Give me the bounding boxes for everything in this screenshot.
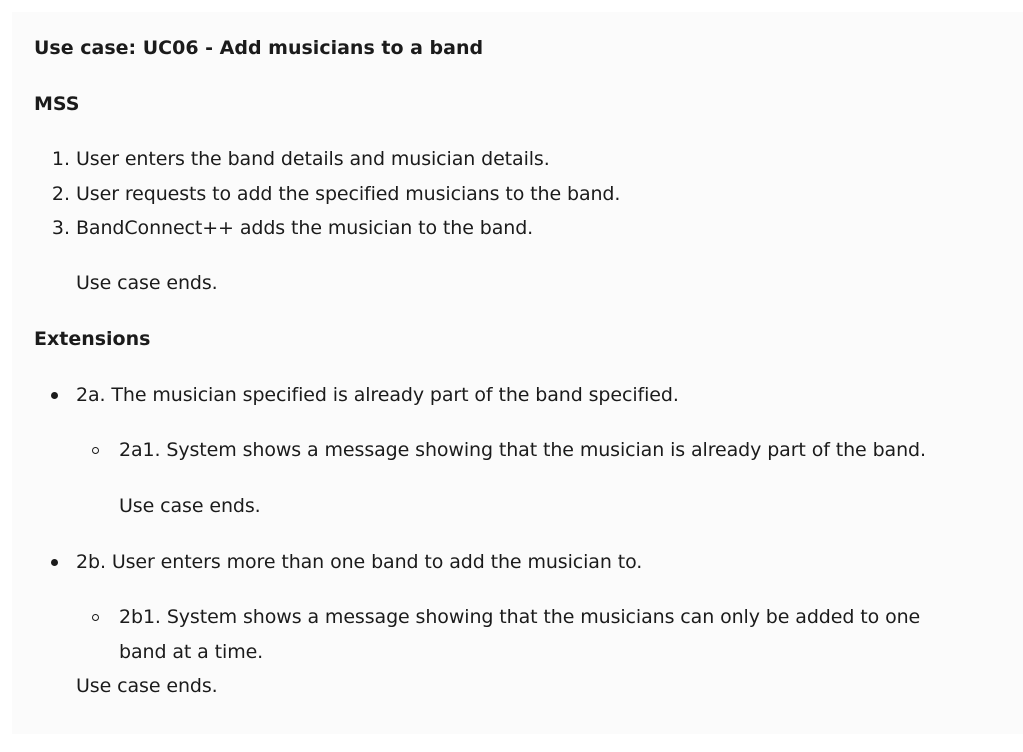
circle-bullet-icon <box>92 447 99 454</box>
step-text: BandConnect++ adds the musician to the b… <box>76 217 534 239</box>
step-text: User requests to add the specified music… <box>76 183 621 205</box>
sub-extension-text: 2b1. System shows a message showing that… <box>119 606 921 628</box>
bullet-icon <box>51 392 58 399</box>
sub-extension-text: band at a time. <box>119 641 264 663</box>
extension-text: 2a. The musician specified is already pa… <box>76 384 679 406</box>
sub-extension-text: 2a1. System shows a message showing that… <box>119 439 926 461</box>
sub-extension-end-text: Use case ends. <box>76 675 218 697</box>
sub-extension-end-text: Use case ends. <box>119 495 261 517</box>
mss-end-text: Use case ends. <box>76 272 218 294</box>
step-number: 2. <box>51 183 70 205</box>
bullet-icon <box>51 559 58 566</box>
extension-text: 2b. User enters more than one band to ad… <box>76 551 643 573</box>
step-number: 3. <box>51 217 70 239</box>
step-number: 1. <box>51 148 70 170</box>
circle-bullet-icon <box>92 614 99 621</box>
extensions-heading: Extensions <box>34 328 151 350</box>
step-text: User enters the band details and musicia… <box>76 148 550 170</box>
document-panel: Use case: UC06 - Add musicians to a band… <box>12 12 1023 734</box>
mss-heading: MSS <box>34 93 80 115</box>
use-case-title: Use case: UC06 - Add musicians to a band <box>34 37 484 59</box>
